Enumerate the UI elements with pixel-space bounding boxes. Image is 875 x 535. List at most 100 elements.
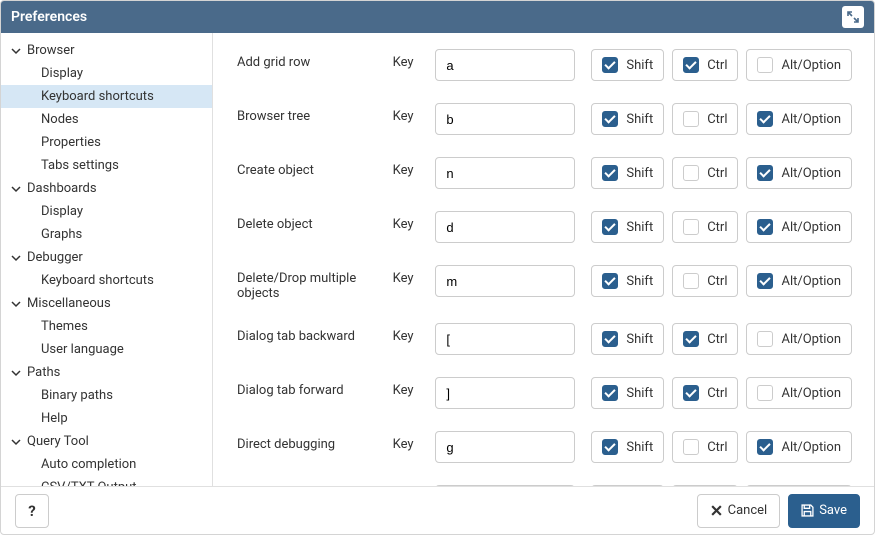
shift-checkbox[interactable] (602, 219, 618, 235)
ctrl-modifier: Ctrl (672, 323, 738, 355)
alt-checkbox[interactable] (757, 273, 773, 289)
shift-modifier: Shift (591, 103, 664, 135)
tree-group-header[interactable]: Paths (1, 361, 212, 384)
tree-item[interactable]: Display (1, 62, 212, 85)
alt-checkbox[interactable] (757, 331, 773, 347)
key-input[interactable] (435, 485, 575, 486)
tree-group-label: Miscellaneous (27, 296, 111, 311)
shift-label: Shift (626, 220, 653, 235)
tree-item[interactable]: Nodes (1, 108, 212, 131)
tree-item[interactable]: Keyboard shortcuts (1, 85, 212, 108)
shift-checkbox[interactable] (602, 111, 618, 127)
shift-label: Shift (626, 112, 653, 127)
shift-modifier: Shift (591, 211, 664, 243)
ctrl-checkbox[interactable] (683, 385, 699, 401)
content-pane[interactable]: Add grid rowKeyShiftCtrlAlt/OptionBrowse… (213, 33, 874, 486)
ctrl-checkbox[interactable] (683, 273, 699, 289)
ctrl-modifier: Ctrl (672, 485, 738, 486)
shortcut-label: Browser tree (237, 103, 393, 124)
alt-checkbox[interactable] (757, 165, 773, 181)
ctrl-checkbox[interactable] (683, 439, 699, 455)
shortcut-row: Dialog tab forwardKeyShiftCtrlAlt/Option (237, 377, 852, 409)
ctrl-modifier: Ctrl (672, 49, 738, 81)
shift-checkbox[interactable] (602, 165, 618, 181)
tree-group-header[interactable]: Query Tool (1, 430, 212, 453)
key-input[interactable] (435, 265, 575, 297)
tree-item[interactable]: CSV/TXT Output (1, 476, 212, 486)
key-input[interactable] (435, 431, 575, 463)
shift-label: Shift (626, 332, 653, 347)
key-input[interactable] (435, 157, 575, 189)
ctrl-label: Ctrl (707, 220, 727, 235)
shift-label: Shift (626, 440, 653, 455)
tree-item[interactable]: Display (1, 200, 212, 223)
ctrl-checkbox[interactable] (683, 165, 699, 181)
alt-checkbox[interactable] (757, 111, 773, 127)
tree-item[interactable]: Binary paths (1, 384, 212, 407)
close-icon (710, 504, 723, 517)
help-button[interactable]: ? (15, 494, 49, 528)
key-input[interactable] (435, 211, 575, 243)
tree-item[interactable]: Themes (1, 315, 212, 338)
alt-modifier: Alt/Option (746, 377, 852, 409)
shift-label: Shift (626, 274, 653, 289)
ctrl-label: Ctrl (707, 112, 727, 127)
ctrl-modifier: Ctrl (672, 265, 738, 297)
tree-item[interactable]: Graphs (1, 223, 212, 246)
save-button[interactable]: Save (788, 494, 860, 528)
ctrl-modifier: Ctrl (672, 377, 738, 409)
shortcut-row: Drop Cascade multiple objectsKeyShiftCtr… (237, 485, 852, 486)
shortcut-row: Direct debuggingKeyShiftCtrlAlt/Option (237, 431, 852, 463)
modifier-group: Shift Ctrl Alt/Option (591, 265, 852, 297)
alt-modifier: Alt/Option (746, 485, 852, 486)
alt-modifier: Alt/Option (746, 431, 852, 463)
tree-item[interactable]: User language (1, 338, 212, 361)
tree-group-header[interactable]: Dashboards (1, 177, 212, 200)
cancel-label: Cancel (728, 503, 768, 518)
shift-checkbox[interactable] (602, 385, 618, 401)
alt-modifier: Alt/Option (746, 265, 852, 297)
tree-group-header[interactable]: Miscellaneous (1, 292, 212, 315)
shift-checkbox[interactable] (602, 331, 618, 347)
alt-label: Alt/Option (781, 274, 841, 289)
ctrl-checkbox[interactable] (683, 111, 699, 127)
alt-checkbox[interactable] (757, 385, 773, 401)
shortcut-label: Drop Cascade multiple objects (237, 485, 393, 486)
key-column-label: Key (393, 157, 436, 178)
ctrl-checkbox[interactable] (683, 331, 699, 347)
ctrl-modifier: Ctrl (672, 211, 738, 243)
key-input[interactable] (435, 49, 575, 81)
tree-group-header[interactable]: Debugger (1, 246, 212, 269)
key-input[interactable] (435, 103, 575, 135)
save-label: Save (819, 503, 847, 518)
shift-checkbox[interactable] (602, 273, 618, 289)
tree-item[interactable]: Keyboard shortcuts (1, 269, 212, 292)
expand-icon[interactable] (842, 6, 864, 28)
tree-item[interactable]: Help (1, 407, 212, 430)
key-input[interactable] (435, 377, 575, 409)
cancel-button[interactable]: Cancel (697, 494, 781, 528)
tree-item[interactable]: Properties (1, 131, 212, 154)
tree-group-header[interactable]: Browser (1, 39, 212, 62)
alt-label: Alt/Option (781, 220, 841, 235)
alt-checkbox[interactable] (757, 57, 773, 73)
ctrl-label: Ctrl (707, 58, 727, 73)
key-input[interactable] (435, 323, 575, 355)
alt-modifier: Alt/Option (746, 103, 852, 135)
ctrl-checkbox[interactable] (683, 219, 699, 235)
shortcut-label: Delete object (237, 211, 393, 232)
ctrl-checkbox[interactable] (683, 57, 699, 73)
alt-checkbox[interactable] (757, 439, 773, 455)
key-column-label: Key (393, 377, 436, 398)
tree-item[interactable]: Tabs settings (1, 154, 212, 177)
modifier-group: ShiftCtrlAlt/Option (591, 431, 852, 463)
alt-checkbox[interactable] (757, 219, 773, 235)
sidebar[interactable]: BrowserDisplayKeyboard shortcutsNodesPro… (1, 33, 213, 486)
alt-label: Alt/Option (781, 58, 841, 73)
alt-label: Alt/Option (781, 440, 841, 455)
shift-modifier: Shift (591, 485, 664, 486)
tree-group-label: Debugger (27, 250, 83, 265)
tree-item[interactable]: Auto completion (1, 453, 212, 476)
shift-checkbox[interactable] (602, 57, 618, 73)
shift-checkbox[interactable] (602, 439, 618, 455)
